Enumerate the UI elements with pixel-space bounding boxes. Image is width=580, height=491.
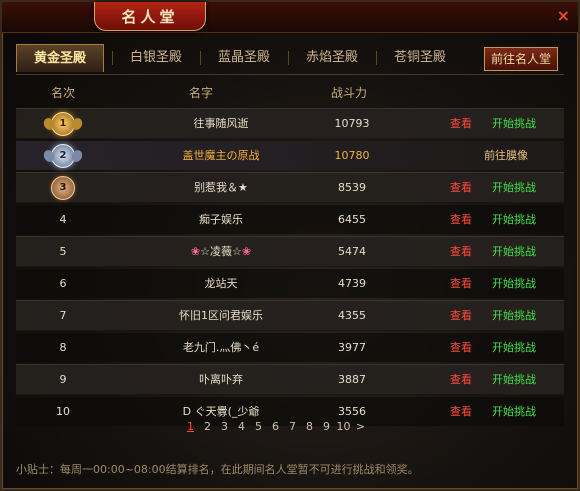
- player-name: 龙站天: [204, 277, 238, 290]
- challenge-button[interactable]: 开始挑战: [482, 365, 546, 394]
- page-link[interactable]: 10: [335, 420, 352, 433]
- player-name: ❀☆凌薇☆❀: [190, 245, 252, 258]
- challenge-button[interactable]: 开始挑战: [482, 109, 546, 138]
- silver-medal-icon: 2: [51, 143, 75, 168]
- tab-divider: [200, 51, 201, 65]
- player-name: 老九门.灬佛丶é: [182, 341, 260, 354]
- column-header-name: 名字: [189, 86, 214, 100]
- tab-gold-temple[interactable]: 黄金圣殿: [16, 44, 104, 72]
- table-row: 5 ❀☆凌薇☆❀ 5474 查看 开始挑战: [16, 236, 564, 267]
- window-title: 名人堂: [94, 2, 206, 31]
- rank-number: 10: [56, 405, 70, 418]
- go-to-worship-button[interactable]: 前往膜像: [458, 141, 554, 170]
- flower-icon: ❀: [190, 245, 201, 258]
- pagination: 1 2 3 4 5 6 7 8 9 10 >: [182, 420, 369, 440]
- page-link[interactable]: 5: [250, 420, 267, 433]
- tab-divider: [376, 51, 377, 65]
- table-row: 7 怀旧1区问君娱乐 4355 查看 开始挑战: [16, 300, 564, 331]
- rank-number: 7: [59, 309, 67, 322]
- rank-number: 4: [59, 213, 67, 226]
- flower-icon: ❀: [241, 245, 252, 258]
- page-link[interactable]: 3: [216, 420, 233, 433]
- view-button[interactable]: 查看: [446, 397, 476, 426]
- battle-power: 8539: [338, 181, 366, 194]
- table-row: 3 别惹我＆★ 8539 查看 开始挑战: [16, 172, 564, 203]
- window-top-bar: [2, 2, 578, 33]
- view-button[interactable]: 查看: [446, 301, 476, 330]
- battle-power: 10793: [334, 117, 370, 130]
- view-button[interactable]: 查看: [446, 237, 476, 266]
- view-button[interactable]: 查看: [446, 333, 476, 362]
- player-name: 卟离卟弃: [199, 373, 243, 386]
- page-link[interactable]: 8: [301, 420, 318, 433]
- challenge-button[interactable]: 开始挑战: [482, 269, 546, 298]
- table-row: 6 龙站天 4739 查看 开始挑战: [16, 269, 564, 298]
- battle-power: 10780: [334, 149, 370, 162]
- view-button[interactable]: 查看: [446, 205, 476, 234]
- column-headers: 名次 名字 战斗力: [16, 84, 564, 102]
- goto-hall-of-fame-button[interactable]: 前往名人堂: [483, 47, 558, 71]
- hall-of-fame-window: 名人堂 × 黄金圣殿 白银圣殿 蓝晶圣殿 赤焰圣殿 苍铜圣殿 前往名人堂 名次 …: [0, 0, 580, 491]
- battle-power: 3887: [338, 373, 366, 386]
- view-button[interactable]: 查看: [446, 365, 476, 394]
- table-row: 8 老九门.灬佛丶é 3977 查看 开始挑战: [16, 333, 564, 362]
- challenge-button[interactable]: 开始挑战: [482, 205, 546, 234]
- tab-divider: [288, 51, 289, 65]
- player-name: 怀旧1区问君娱乐: [179, 309, 263, 322]
- battle-power: 4739: [338, 277, 366, 290]
- rank-number: 6: [59, 277, 67, 290]
- page-link[interactable]: 6: [267, 420, 284, 433]
- challenge-button[interactable]: 开始挑战: [482, 237, 546, 266]
- table-row: 9 卟离卟弃 3887 查看 开始挑战: [16, 364, 564, 395]
- tip-text: 小贴士：每周一00:00~08:00结算排名，在此期间名人堂暂不可进行挑战和领奖…: [16, 463, 419, 476]
- column-header-power: 战斗力: [331, 86, 368, 100]
- close-icon[interactable]: ×: [557, 8, 570, 24]
- player-name: 往事随风逝: [193, 117, 249, 130]
- player-name: 痴子娱乐: [199, 213, 243, 226]
- rank-number: 8: [59, 341, 67, 354]
- page-link[interactable]: 9: [318, 420, 335, 433]
- gold-medal-icon: 1: [51, 111, 75, 136]
- challenge-button[interactable]: 开始挑战: [482, 333, 546, 362]
- player-name: 盖世魔主の原战: [182, 149, 260, 162]
- page-link[interactable]: 2: [199, 420, 216, 433]
- table-row: 1 往事随风逝 10793 查看 开始挑战: [16, 108, 564, 139]
- battle-power: 6455: [338, 213, 366, 226]
- challenge-button[interactable]: 开始挑战: [482, 173, 546, 202]
- challenge-button[interactable]: 开始挑战: [482, 397, 546, 426]
- player-name: 别惹我＆★: [194, 181, 248, 194]
- battle-power: 3977: [338, 341, 366, 354]
- battle-power: 4355: [338, 309, 366, 322]
- column-header-rank: 名次: [51, 86, 76, 100]
- rank-number: 9: [59, 373, 67, 386]
- view-button[interactable]: 查看: [446, 269, 476, 298]
- page-link[interactable]: 7: [284, 420, 301, 433]
- tab-silver-temple[interactable]: 白银圣殿: [114, 44, 198, 72]
- tab-flame-temple[interactable]: 赤焰圣殿: [290, 44, 374, 72]
- tab-divider: [112, 51, 113, 65]
- tab-bronze-temple[interactable]: 苍铜圣殿: [378, 44, 462, 72]
- view-button[interactable]: 查看: [446, 173, 476, 202]
- view-button[interactable]: 查看: [446, 109, 476, 138]
- rank-number: 5: [59, 245, 67, 258]
- challenge-button[interactable]: 开始挑战: [482, 301, 546, 330]
- bronze-medal-icon: 3: [51, 175, 75, 200]
- next-page-icon[interactable]: >: [352, 420, 369, 433]
- table-row: 4 痴子娱乐 6455 查看 开始挑战: [16, 205, 564, 234]
- ranking-table: 1 往事随风逝 10793 查看 开始挑战 2 盖世魔主の原战 10780 前往…: [16, 108, 564, 428]
- page-link[interactable]: 4: [233, 420, 250, 433]
- tab-crystal-temple[interactable]: 蓝晶圣殿: [202, 44, 286, 72]
- temple-tabs: 黄金圣殿 白银圣殿 蓝晶圣殿 赤焰圣殿 苍铜圣殿 前往名人堂: [16, 44, 564, 75]
- battle-power: 5474: [338, 245, 366, 258]
- page-link[interactable]: 1: [182, 420, 199, 433]
- table-row: 2 盖世魔主の原战 10780 前往膜像: [16, 141, 564, 170]
